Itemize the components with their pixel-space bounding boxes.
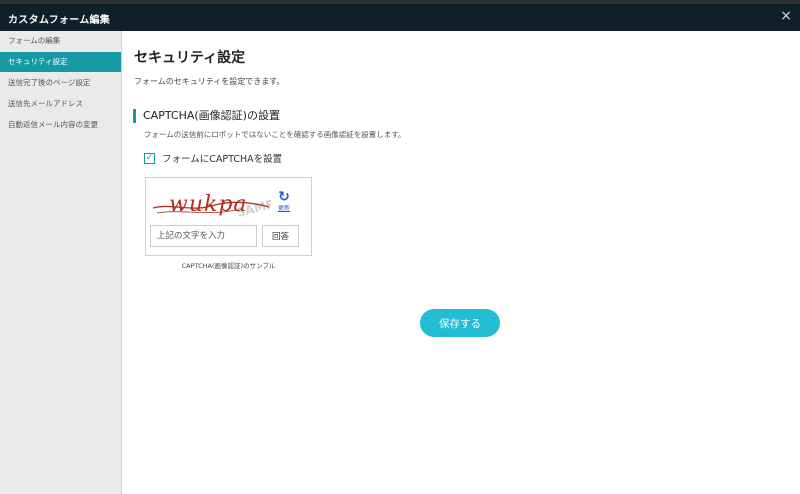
captcha-text: wukpa [169, 192, 248, 217]
title-bar: カスタムフォーム編集 × [0, 4, 800, 31]
sidebar: フォームの編集 セキュリティ設定 送信完了後のページ設定 送信先メールアドレス … [0, 31, 122, 494]
sidebar-item-security[interactable]: セキュリティ設定 [0, 52, 121, 72]
sidebar-item-recipient-email[interactable]: 送信先メールアドレス [0, 94, 121, 114]
sidebar-item-form-edit[interactable]: フォームの編集 [0, 31, 121, 51]
captcha-enable-label: フォームにCAPTCHAを設置 [162, 154, 283, 165]
sidebar-item-completion-page[interactable]: 送信完了後のページ設定 [0, 73, 121, 93]
dialog-title: カスタムフォーム編集 [8, 15, 111, 26]
captcha-answer-input[interactable] [150, 225, 257, 247]
sidebar-item-auto-reply[interactable]: 自動返信メール内容の変更 [0, 115, 121, 135]
captcha-refresh[interactable]: ↻ 更新 [276, 190, 292, 213]
captcha-preview: SAMPLE wukpa ↻ 更新 回答 [145, 177, 312, 256]
page-title: セキュリティ設定 [134, 50, 246, 66]
captcha-enable-checkbox[interactable]: ✓ [144, 152, 155, 164]
page-description: フォームのセキュリティを設定できます。 [134, 77, 285, 86]
captcha-section-heading: CAPTCHA(画像認証)の設置 [133, 109, 280, 123]
captcha-section-description: フォームの送信前にロボットではないことを確認する画像認証を設置します。 [144, 130, 406, 139]
captcha-image: SAMPLE wukpa [151, 186, 271, 222]
refresh-icon[interactable]: ↻ [276, 190, 292, 205]
captcha-caption: CAPTCHA(画像認証)のサンプル [181, 262, 276, 270]
refresh-link[interactable]: 更新 [276, 205, 292, 213]
custom-form-edit-dialog: カスタムフォーム編集 × フォームの編集 セキュリティ設定 送信完了後のページ設… [0, 0, 800, 494]
save-button[interactable]: 保存する [420, 309, 500, 337]
captcha-enable-option[interactable]: ✓ フォームにCAPTCHAを設置 [144, 151, 282, 165]
close-icon[interactable]: × [780, 8, 792, 24]
captcha-answer-button[interactable]: 回答 [262, 225, 299, 247]
main-panel: セキュリティ設定 フォームのセキュリティを設定できます。 CAPTCHA(画像認… [122, 31, 800, 494]
